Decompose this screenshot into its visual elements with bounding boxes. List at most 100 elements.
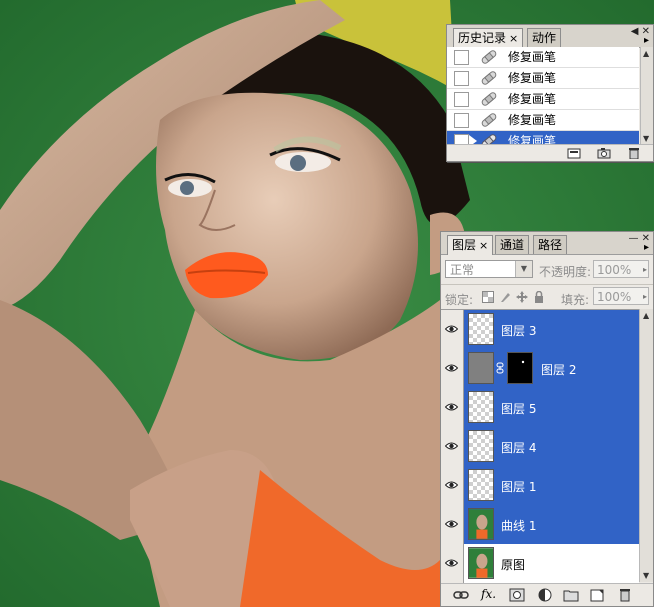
mask-link-icon[interactable] xyxy=(496,362,504,374)
layer-thumbnail xyxy=(468,508,494,540)
tab-layers-close[interactable]: × xyxy=(479,239,488,252)
visibility-toggle[interactable] xyxy=(441,427,464,466)
layer-row[interactable]: 图层 3 xyxy=(441,310,639,350)
layers-scrollbar[interactable]: ▲ ▼ xyxy=(639,309,653,582)
layer-list: 图层 3 图层 2 图层 5 图层 4 图层 1 曲线 1 原图 xyxy=(441,309,639,584)
history-item-label: 修复画笔 xyxy=(508,92,557,106)
tab-history[interactable]: 历史记录 × xyxy=(453,28,524,48)
history-item[interactable]: 修复画笔 xyxy=(447,89,639,110)
eye-icon xyxy=(445,559,458,567)
tab-paths-label: 路径 xyxy=(538,238,563,252)
fill-field[interactable]: 100% ▸ xyxy=(593,287,649,305)
history-item-label: 修复画笔 xyxy=(508,71,557,85)
healing-brush-icon xyxy=(481,50,497,64)
layer-thumbnail xyxy=(468,469,494,501)
blend-mode-select[interactable]: 正常 ▼ xyxy=(445,260,533,278)
layer-thumbnail xyxy=(468,430,494,462)
layer-name: 图层 4 xyxy=(501,441,537,455)
fx-icon[interactable]: fx. xyxy=(481,587,497,601)
chevron-right-icon[interactable]: ▸ xyxy=(643,288,647,306)
tab-channels[interactable]: 通道 xyxy=(495,235,530,254)
layer-options-row: 正常 ▼ 不透明度: 100% ▸ xyxy=(441,255,653,283)
history-item[interactable]: 修复画笔 xyxy=(447,47,639,68)
eye-icon xyxy=(445,442,458,450)
lock-label: 锁定: xyxy=(445,293,474,307)
scroll-up-icon[interactable]: ▲ xyxy=(643,311,649,320)
layer-row[interactable]: 图层 4 xyxy=(441,427,639,467)
layer-name: 图层 2 xyxy=(541,363,577,377)
tab-history-close[interactable]: × xyxy=(509,32,518,45)
new-group-icon[interactable] xyxy=(563,588,579,602)
lock-fill-row: 锁定: 填充: 100% ▸ xyxy=(441,284,653,309)
layer-name: 原图 xyxy=(501,558,526,572)
visibility-toggle[interactable] xyxy=(441,349,464,388)
add-mask-icon[interactable] xyxy=(509,588,525,602)
history-button-bar xyxy=(447,144,653,161)
history-source-checkbox[interactable] xyxy=(454,113,469,128)
visibility-toggle[interactable] xyxy=(441,388,464,427)
scroll-down-icon[interactable]: ▼ xyxy=(643,134,649,143)
tab-actions[interactable]: 动作 xyxy=(527,28,562,47)
new-layer-icon[interactable] xyxy=(589,588,605,602)
layer-name: 曲线 1 xyxy=(501,519,537,533)
opacity-label: 不透明度: xyxy=(539,265,592,279)
history-scrollbar[interactable]: ▲ ▼ xyxy=(640,47,653,145)
eye-icon xyxy=(445,403,458,411)
trash-icon[interactable] xyxy=(617,588,633,602)
eye-icon xyxy=(445,520,458,528)
lock-pixels-brush-icon[interactable] xyxy=(499,291,511,303)
layer-name: 图层 1 xyxy=(501,480,537,494)
chevron-right-icon[interactable]: ▸ xyxy=(643,261,647,279)
history-source-checkbox[interactable] xyxy=(454,50,469,65)
link-layers-icon[interactable] xyxy=(453,588,469,602)
history-source-checkbox[interactable] xyxy=(454,71,469,86)
tab-history-label: 历史记录 xyxy=(458,31,507,45)
history-item-label: 修复画笔 xyxy=(508,113,557,127)
tab-paths[interactable]: 路径 xyxy=(533,235,568,254)
eye-icon xyxy=(445,481,458,489)
history-item[interactable]: 修复画笔 xyxy=(447,110,639,131)
visibility-toggle[interactable] xyxy=(441,505,464,544)
visibility-toggle[interactable] xyxy=(441,310,464,349)
layer-row[interactable]: 曲线 1 xyxy=(441,505,639,545)
layer-name: 图层 5 xyxy=(501,402,537,416)
new-document-from-state-icon[interactable] xyxy=(567,147,581,159)
layer-row[interactable]: 图层 5 xyxy=(441,388,639,428)
opacity-field[interactable]: 100% ▸ xyxy=(593,260,649,278)
layers-button-bar: fx. xyxy=(441,583,653,606)
lock-position-move-icon[interactable] xyxy=(516,291,528,303)
healing-brush-icon xyxy=(481,113,497,127)
lock-transparency-icon[interactable] xyxy=(482,291,494,303)
layers-panel: 图层 × 通道 路径 — ✕ ▸ 正常 ▼ 不透明度: 100% ▸ 锁定: 填充… xyxy=(440,231,654,607)
tab-layers[interactable]: 图层 × xyxy=(447,235,494,255)
layer-thumbnail xyxy=(468,391,494,423)
fill-value: 100% xyxy=(597,290,632,304)
blend-mode-value: 正常 xyxy=(450,263,475,277)
layer-row[interactable]: 图层 1 xyxy=(441,466,639,506)
history-item-label: 修复画笔 xyxy=(508,50,557,64)
panel-menu-icon[interactable]: ▸ xyxy=(644,35,649,46)
eye-icon xyxy=(445,364,458,372)
lock-all-icon[interactable] xyxy=(533,291,545,303)
healing-brush-icon xyxy=(481,92,497,106)
mask-spot-icon xyxy=(521,360,525,364)
scroll-up-icon[interactable]: ▲ xyxy=(643,49,649,58)
scroll-down-icon[interactable]: ▼ xyxy=(643,571,649,580)
history-item[interactable]: 修复画笔 xyxy=(447,68,639,89)
tab-channels-label: 通道 xyxy=(500,238,525,252)
tab-layers-label: 图层 xyxy=(452,238,477,252)
layer-name: 图层 3 xyxy=(501,324,537,338)
history-source-checkbox[interactable] xyxy=(454,92,469,107)
visibility-toggle[interactable] xyxy=(441,466,464,505)
layer-row[interactable]: 原图 xyxy=(441,544,639,584)
trash-icon[interactable] xyxy=(627,147,641,159)
layer-mask-thumbnail[interactable] xyxy=(507,352,533,384)
visibility-toggle[interactable] xyxy=(441,544,464,583)
history-item-selected[interactable]: 修复画笔 xyxy=(447,131,639,145)
layer-row[interactable]: 图层 2 xyxy=(441,349,639,389)
snapshot-camera-icon[interactable] xyxy=(597,147,611,159)
adjustment-layer-icon[interactable] xyxy=(537,588,553,602)
chevron-down-icon[interactable]: ▼ xyxy=(515,261,532,277)
panel-menu-icon[interactable]: ▸ xyxy=(644,242,649,253)
layer-thumbnail xyxy=(468,313,494,345)
